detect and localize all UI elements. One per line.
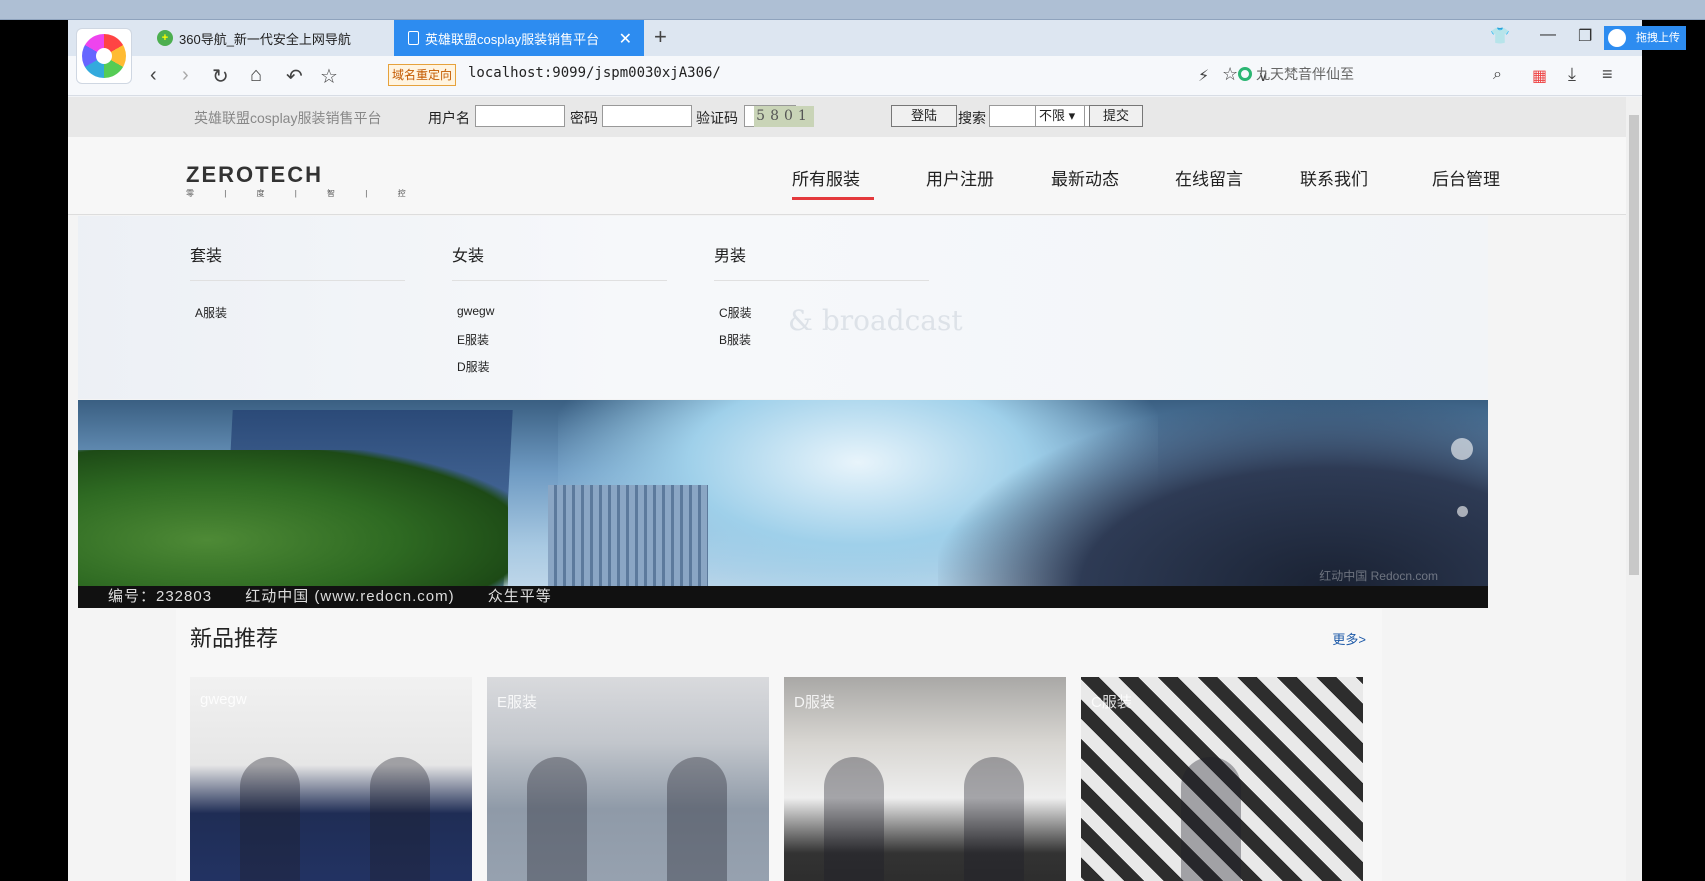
category-item[interactable]: A服装 [195, 304, 405, 331]
address-bar[interactable]: localhost:9099/jspm0030xjA306/ [468, 65, 721, 81]
new-tab-icon[interactable]: + [654, 24, 667, 50]
tab-title: 360导航_新一代安全上网导航 [179, 31, 351, 47]
shirt-icon[interactable]: 👕 [1490, 26, 1510, 46]
close-tab-icon[interactable]: ✕ [619, 29, 632, 49]
hero-banner[interactable]: 红动中国 Redocn.com 编号：232803 红动中国 (www.redo… [78, 400, 1488, 608]
category-item[interactable]: B服装 [719, 331, 929, 358]
tab-bar: + 360导航_新一代安全上网导航 ✕ 英雄联盟cosplay服装销售平台 ✕ … [68, 20, 1686, 84]
search-label: 搜索 [958, 110, 986, 126]
brand-logo[interactable]: ZEROTECH 零 | 度 | 智 | 控 [186, 162, 420, 199]
brand-subtitle: 零 | 度 | 智 | 控 [186, 189, 420, 198]
building-image [548, 485, 708, 595]
search-engine-icon [1238, 67, 1252, 81]
web-page: 英雄联盟cosplay服装销售平台 用户名 密码 验证码 5801 登陆 搜索 … [68, 97, 1626, 881]
upload-button[interactable]: 拖拽上传 [1604, 26, 1686, 50]
nav-messages[interactable]: 在线留言 [1175, 165, 1243, 190]
product-name: E服装 [497, 694, 538, 711]
redirect-badge[interactable]: 域名重定向 [388, 64, 457, 86]
banner-watermark: 红动中国 Redocn.com [1319, 569, 1438, 583]
product-card[interactable]: D服装 [784, 677, 1066, 881]
caption-site: 红动中国 (www.redocn.com) [245, 588, 455, 605]
download-icon[interactable]: ⤓ [1568, 64, 1576, 85]
submit-button[interactable]: 提交 [1089, 105, 1143, 127]
favicon-360-icon: + [157, 30, 173, 46]
category-item[interactable]: C服装 [719, 304, 929, 331]
product-name: D服装 [794, 694, 835, 711]
star-icon[interactable]: ☆ [320, 64, 338, 89]
category-item[interactable]: gwegw [457, 304, 667, 331]
banner-caption: 编号：232803 红动中国 (www.redocn.com) 众生平等 [78, 586, 1488, 608]
scrollbar-thumb[interactable] [1629, 115, 1639, 575]
slide-dot-active[interactable] [1451, 438, 1473, 460]
browser-window: + 360导航_新一代安全上网导航 ✕ 英雄联盟cosplay服装销售平台 ✕ … [68, 20, 1686, 881]
page-icon [408, 31, 419, 45]
category-title: 男装 [714, 242, 929, 281]
restore-icon[interactable]: ❐ [1578, 26, 1592, 46]
new-products-section: 新品推荐 更多> gwegw E服装 D服装 C服装 [176, 609, 1382, 881]
nav-admin[interactable]: 后台管理 [1432, 165, 1500, 190]
search-scope-select[interactable]: 不限 ▾ [1035, 105, 1085, 127]
site-header: ZEROTECH 零 | 度 | 智 | 控 所有服装 用户注册 最新动态 在线留… [68, 137, 1626, 215]
undo-icon[interactable]: ↶ [286, 64, 303, 89]
browser-logo-icon[interactable] [76, 28, 132, 84]
nav-news[interactable]: 最新动态 [1051, 165, 1119, 190]
captcha-image[interactable]: 5801 [754, 106, 814, 127]
search-placeholder: 九天梵音伴仙至 [1256, 66, 1354, 82]
bookmark-star-icon[interactable]: ☆ [1222, 64, 1238, 85]
category-column-suits: 套装 A服装 [190, 242, 405, 331]
nav-register[interactable]: 用户注册 [926, 165, 994, 190]
product-card[interactable]: gwegw [190, 677, 472, 881]
page-scrollbar[interactable] [1626, 97, 1642, 881]
home-icon[interactable]: ⌂ [250, 64, 262, 87]
more-link[interactable]: 更多> [1332, 629, 1366, 648]
category-dropdown: & broadcast 套装 A服装 女装 gwegw E服装 D服装 男装 C… [78, 216, 1488, 399]
username-label: 用户名 [428, 110, 470, 126]
browser-search-input[interactable]: 九天梵音伴仙至 [1238, 64, 1478, 88]
lightning-icon[interactable]: ⚡ [1198, 66, 1209, 86]
password-label: 密码 [570, 110, 598, 126]
category-title: 女装 [452, 242, 667, 281]
username-input[interactable] [475, 105, 565, 127]
os-taskbar [0, 0, 1705, 20]
minimize-icon[interactable]: — [1540, 26, 1556, 44]
category-item[interactable]: D服装 [457, 358, 667, 385]
forward-icon[interactable]: › [182, 64, 189, 87]
back-icon[interactable]: ‹ [150, 64, 157, 87]
product-card[interactable]: E服装 [487, 677, 769, 881]
product-card[interactable]: C服装 [1081, 677, 1363, 881]
category-item[interactable]: E服装 [457, 331, 667, 358]
search-scope-value: 不限 [1039, 108, 1066, 123]
trees-image [78, 450, 508, 600]
login-button[interactable]: 登陆 [891, 105, 957, 127]
nav-contact[interactable]: 联系我们 [1300, 165, 1368, 190]
product-name: C服装 [1091, 694, 1132, 711]
upload-label: 拖拽上传 [1636, 32, 1680, 44]
product-name: gwegw [200, 691, 247, 708]
apps-icon[interactable]: ▦ [1532, 66, 1547, 86]
reload-icon[interactable]: ↻ [212, 64, 229, 89]
category-column-women: 女装 gwegw E服装 D服装 [452, 242, 667, 385]
site-name: 英雄联盟cosplay服装销售平台 [194, 110, 382, 126]
section-title: 新品推荐 [190, 626, 279, 651]
nav-all-clothing[interactable]: 所有服装 [792, 165, 874, 200]
brand-name: ZEROTECH [186, 162, 323, 187]
category-title: 套装 [190, 242, 405, 281]
login-bar: 英雄联盟cosplay服装销售平台 用户名 密码 验证码 5801 登陆 搜索 … [68, 97, 1626, 137]
caption-number: 编号：232803 [108, 588, 213, 605]
caption-slogan: 众生平等 [487, 588, 552, 605]
category-column-men: 男装 C服装 B服装 [714, 242, 929, 358]
browser-toolbar: ‹ › ↻ ⌂ ↶ ☆ 域名重定向 localhost:9099/jspm003… [68, 56, 1642, 96]
captcha-label: 验证码 [696, 110, 738, 126]
tab-title: 英雄联盟cosplay服装销售平台 [425, 31, 600, 47]
search-icon[interactable]: ⌕ [1493, 66, 1502, 84]
slide-dot[interactable] [1457, 506, 1468, 517]
tab-cosplay-shop[interactable]: 英雄联盟cosplay服装销售平台 ✕ [394, 20, 644, 56]
cloud-icon [1608, 29, 1626, 47]
menu-icon[interactable]: ≡ [1602, 64, 1613, 85]
password-input[interactable] [602, 105, 692, 127]
